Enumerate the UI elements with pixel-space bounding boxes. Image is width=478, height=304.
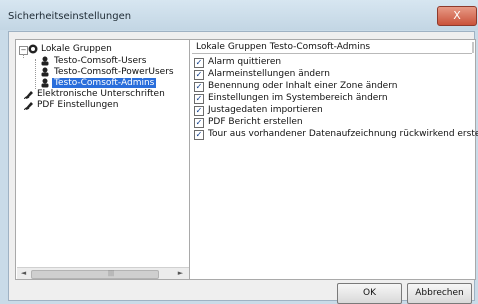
tree-item-users[interactable]: Testo-Comsoft-Users — [54, 56, 146, 67]
horizontal-scrollbar[interactable]: ◄ ||| ► — [17, 267, 189, 279]
checkbox[interactable]: ✓ — [194, 118, 204, 128]
checkbox[interactable]: ✓ — [194, 130, 204, 140]
group-tree[interactable]: − Lokale Gruppen Testo-Comsoft-Users Tes… — [15, 39, 191, 280]
user-group-icon — [41, 56, 49, 66]
checkbox[interactable]: ✓ — [194, 70, 204, 80]
panel-header-edge — [472, 42, 474, 53]
permission-label: Justagedaten importieren — [208, 105, 323, 115]
scroll-thumb[interactable]: ||| — [31, 270, 159, 279]
close-button[interactable]: X — [437, 6, 477, 26]
permissions-panel: Lokale Gruppen Testo-Comsoft-Admins ✓ Ala… — [189, 39, 478, 280]
selected-item-label: Testo-Comsoft-Admins — [52, 78, 157, 88]
permission-item[interactable]: ✓ PDF Bericht erstellen — [194, 117, 303, 128]
pdf-pen-icon — [24, 102, 33, 110]
scroll-right-icon[interactable]: ► — [175, 268, 186, 279]
window-title: Sicherheitseinstellungen — [8, 11, 132, 22]
tree-connector — [23, 54, 24, 58]
tree-item-admins[interactable]: Testo-Comsoft-Admins — [52, 78, 157, 89]
permission-label: PDF Bericht erstellen — [208, 117, 303, 127]
ok-button[interactable]: OK — [337, 283, 402, 304]
permission-item[interactable]: ✓ Alarm quittieren — [194, 57, 281, 68]
signature-pen-icon — [24, 91, 33, 99]
permission-item[interactable]: ✓ Justagedaten importieren — [194, 105, 323, 116]
checkbox[interactable]: ✓ — [194, 82, 204, 92]
tree-item-pdf[interactable]: PDF Einstellungen — [37, 100, 118, 111]
title-bar: Sicherheitseinstellungen X — [0, 0, 478, 30]
user-group-icon — [41, 78, 49, 88]
checkbox[interactable]: ✓ — [194, 106, 204, 116]
checkbox[interactable]: ✓ — [194, 94, 204, 104]
dialog-body: − Lokale Gruppen Testo-Comsoft-Users Tes… — [8, 31, 478, 304]
permission-label: Alarm quittieren — [208, 57, 282, 67]
permission-label: Einstellungen im Systembereich ändern — [208, 93, 388, 103]
scroll-left-icon[interactable]: ◄ — [18, 268, 29, 279]
panel-divider — [192, 53, 472, 54]
permission-item[interactable]: ✓ Alarmeinstellungen ändern — [194, 69, 330, 80]
grip-icon: ||| — [108, 270, 115, 277]
tree-item-powerusers[interactable]: Testo-Comsoft-PowerUsers — [54, 67, 174, 78]
panel-title: Lokale Gruppen Testo-Comsoft-Admins — [196, 42, 371, 52]
permission-label: Benennung oder Inhalt einer Zone ändern — [208, 81, 398, 91]
tree-item-signatures[interactable]: Elektronische Unterschriften — [37, 89, 165, 100]
permission-item[interactable]: ✓ Benennung oder Inhalt einer Zone ändern — [194, 81, 397, 92]
tree-connector — [35, 59, 36, 89]
cancel-button[interactable]: Abbrechen — [407, 283, 472, 304]
permission-label: Tour aus vorhandener Datenaufzeichnung r… — [208, 129, 478, 139]
permission-item[interactable]: ✓ Tour aus vorhandener Datenaufzeichnung … — [194, 129, 478, 140]
group-folder-icon — [28, 44, 38, 54]
checkbox[interactable]: ✓ — [194, 58, 204, 68]
tree-item-lokale-gruppen[interactable]: Lokale Gruppen — [41, 44, 112, 55]
permission-label: Alarmeinstellungen ändern — [208, 69, 330, 79]
permission-item[interactable]: ✓ Einstellungen im Systembereich ändern — [194, 93, 388, 104]
user-group-icon — [41, 67, 49, 77]
